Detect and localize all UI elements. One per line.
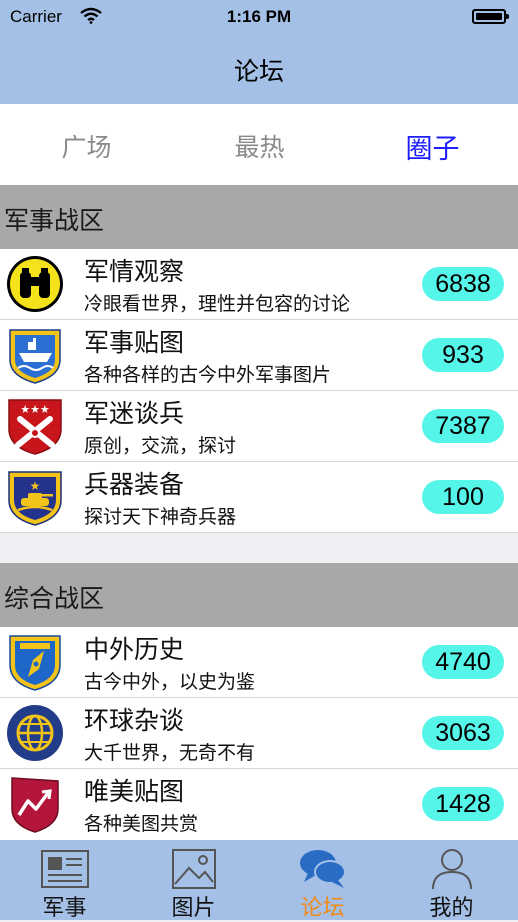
forum-name: 环球杂谈 [84, 706, 185, 735]
forum-name: 军情观察 [84, 257, 185, 286]
svg-text:★★★: ★★★ [20, 403, 50, 416]
tab-label: 我的 [429, 896, 474, 921]
tab-military[interactable]: 军事 [0, 840, 129, 921]
forum-row[interactable]: 环球杂谈 大千世界，无奇不有 3063 [0, 698, 518, 769]
forum-row[interactable]: 军情观察 冷眼看世界，理性并包容的讨论 6838 [0, 249, 518, 320]
segment-circles[interactable]: 圈子 [346, 127, 518, 166]
post-count-badge: 4740 [422, 645, 504, 679]
forum-name: 军事贴图 [84, 328, 185, 357]
forum-name: 兵器装备 [84, 470, 185, 499]
segment-bar: 广场 最热 圈子 [0, 104, 518, 185]
post-count-badge: 7387 [422, 409, 504, 443]
forum-row[interactable]: 中外历史 古今中外，以史为鉴 4740 [0, 627, 518, 698]
binoculars-icon [7, 256, 63, 312]
tab-profile[interactable]: 我的 [387, 840, 516, 921]
chat-bubbles-icon [300, 850, 346, 888]
forum-description: 古今中外，以史为鉴 [84, 671, 256, 693]
forum-description: 冷眼看世界，理性并包容的讨论 [84, 293, 351, 315]
battery-icon [472, 9, 509, 24]
tab-label: 图片 [171, 896, 216, 921]
forum-row[interactable]: 唯美贴图 各种美图共赏 1428 [0, 769, 518, 841]
svg-text:★: ★ [30, 479, 41, 493]
chart-shield-icon [11, 777, 59, 833]
segment-hottest[interactable]: 最热 [173, 128, 346, 164]
segment-plaza[interactable]: 广场 [0, 128, 173, 164]
post-count-badge: 3063 [422, 716, 504, 750]
forum-description: 大千世界，无奇不有 [84, 742, 256, 764]
section-header: 军事战区 [0, 185, 518, 249]
tab-bar: 军事 图片 论坛 我的 [0, 840, 518, 921]
forum-name: 军迷谈兵 [84, 399, 185, 428]
section-header: 综合战区 [0, 563, 518, 627]
tab-label: 军事 [42, 896, 87, 921]
tab-forum[interactable]: 论坛 [258, 840, 387, 921]
post-count-badge: 100 [422, 480, 504, 514]
news-icon [41, 850, 89, 888]
status-time: 1:16 PM [226, 7, 292, 26]
tab-label: 论坛 [300, 896, 345, 921]
crossed-cannons-shield-icon: ★★★ [8, 399, 62, 455]
forum-description: 原创，交流，探讨 [84, 435, 237, 457]
picture-icon [172, 849, 216, 889]
section-title: 军事战区 [4, 206, 105, 235]
status-bar: Carrier 1:16 PM [0, 0, 518, 34]
forum-row[interactable]: ★★★ 军迷谈兵 原创，交流，探讨 7387 [0, 391, 518, 462]
person-icon [432, 849, 472, 890]
forum-description: 各种美图共赏 [84, 813, 199, 835]
forum-description: 探讨天下神奇兵器 [84, 506, 237, 528]
post-count-badge: 6838 [422, 267, 504, 301]
forum-row[interactable]: 军事贴图 各种各样的古今中外军事图片 933 [0, 320, 518, 391]
compass-shield-icon [9, 635, 61, 691]
forum-description: 各种各样的古今中外军事图片 [84, 364, 332, 386]
forum-name: 唯美贴图 [84, 777, 185, 806]
tank-shield-icon: ★ [8, 471, 62, 526]
navigation-bar: 论坛 [0, 34, 518, 104]
globe-icon [7, 705, 63, 761]
forum-name: 中外历史 [84, 635, 185, 664]
tab-pictures[interactable]: 图片 [129, 840, 258, 921]
ship-shield-icon [9, 329, 61, 384]
forum-row[interactable]: ★ 兵器装备 探讨天下神奇兵器 100 [0, 462, 518, 533]
post-count-badge: 1428 [422, 787, 504, 821]
page-title: 论坛 [233, 57, 284, 86]
section-title: 综合战区 [4, 584, 105, 613]
post-count-badge: 933 [422, 338, 504, 372]
